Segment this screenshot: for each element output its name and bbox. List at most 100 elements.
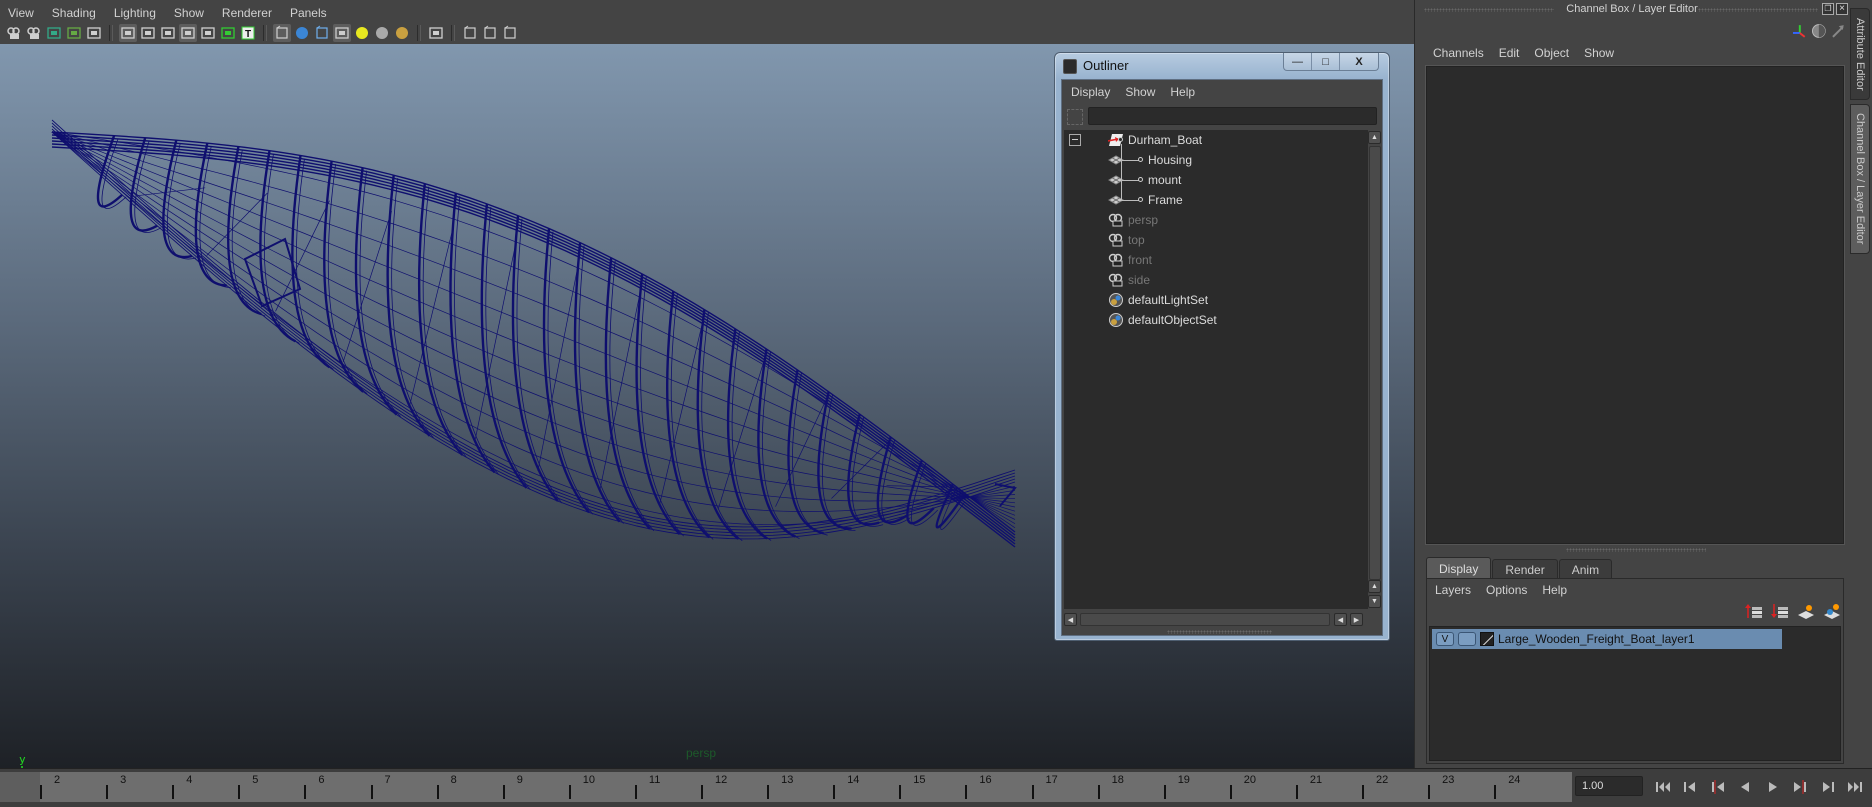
new-empty-layer-icon[interactable] — [1797, 603, 1815, 619]
panel-grip-right[interactable] — [1698, 8, 1818, 12]
outliner-menu-display[interactable]: Display — [1071, 85, 1110, 99]
xray-button[interactable] — [461, 24, 479, 42]
toggle-display-icon[interactable] — [1811, 23, 1827, 39]
xray-joints-button[interactable] — [481, 24, 499, 42]
outliner-item[interactable]: defaultLightSet — [1064, 290, 1364, 310]
play-backwards-button[interactable] — [1734, 778, 1756, 796]
horizontal-scroll-thumb[interactable] — [1080, 613, 1330, 626]
scroll-down-arrow-icon[interactable]: ▼ — [1368, 595, 1381, 608]
outliner-item[interactable]: Housing — [1064, 150, 1364, 170]
camera-attributes-icon — [27, 27, 40, 39]
menu-edit[interactable]: Edit — [1499, 46, 1520, 60]
scroll-right-arrow-icon[interactable]: ▶ — [1350, 613, 1363, 626]
layer-color-swatch[interactable] — [1480, 632, 1494, 646]
vertical-scroll-thumb[interactable] — [1369, 146, 1381, 580]
2d-pan-zoom-button[interactable] — [85, 24, 103, 42]
current-time-field[interactable]: 1.00 — [1575, 776, 1643, 796]
wireframe-button[interactable] — [273, 24, 291, 42]
outliner-item[interactable]: side — [1064, 270, 1364, 290]
tab-channel-box-layer-editor[interactable]: Channel Box / Layer Editor — [1850, 104, 1870, 254]
maximize-button[interactable]: □ — [1312, 53, 1341, 70]
menu-layers[interactable]: Layers — [1435, 583, 1471, 597]
move-layer-down-icon[interactable] — [1771, 603, 1789, 619]
menu-show[interactable]: Show — [1584, 46, 1614, 60]
outliner-item[interactable]: mount — [1064, 170, 1364, 190]
step-forward-key-button[interactable] — [1789, 778, 1811, 796]
tab-display[interactable]: Display — [1426, 557, 1492, 579]
layer-visibility-toggle[interactable]: V — [1436, 632, 1454, 646]
menu-options[interactable]: Options — [1486, 583, 1527, 597]
layer-name[interactable]: Large_Wooden_Freight_Boat_layer1 — [1498, 632, 1695, 646]
step-forward-frame-button[interactable] — [1817, 778, 1839, 796]
close-button[interactable]: X — [1340, 53, 1378, 70]
select-camera-button[interactable] — [5, 24, 23, 42]
close-panel-button[interactable]: × — [1836, 3, 1848, 15]
field-chart-button[interactable] — [199, 24, 217, 42]
scroll-up-arrow-icon[interactable]: ▲ — [1368, 580, 1381, 593]
menu-shading[interactable]: Shading — [52, 6, 96, 20]
outliner-titlebar[interactable]: Outliner — □ X — [1055, 53, 1389, 79]
manipulator-icon[interactable] — [1791, 23, 1807, 39]
menu-view[interactable]: View — [8, 6, 34, 20]
scroll-left-arrow-icon[interactable]: ◀ — [1334, 613, 1347, 626]
shadows-button[interactable] — [373, 24, 391, 42]
tab-anim[interactable]: Anim — [1558, 559, 1613, 579]
wireframe-on-shaded-button[interactable] — [313, 24, 331, 42]
filter-icon[interactable] — [1067, 109, 1083, 125]
camera-attributes-button[interactable] — [25, 24, 43, 42]
layer-playback-toggle[interactable] — [1458, 632, 1476, 646]
outliner-search-input[interactable] — [1088, 107, 1377, 125]
bookmarks-button[interactable] — [45, 24, 63, 42]
menu-object[interactable]: Object — [1534, 46, 1569, 60]
menu-lighting[interactable]: Lighting — [114, 6, 156, 20]
outliner-horizontal-scrollbar[interactable]: ◀ ◀ ▶ — [1064, 612, 1368, 627]
outliner-item[interactable]: persp — [1064, 210, 1364, 230]
menu-panels[interactable]: Panels — [290, 6, 327, 20]
new-layer-from-selected-icon[interactable] — [1823, 603, 1841, 619]
go-to-end-button[interactable] — [1844, 778, 1866, 796]
go-to-start-button[interactable] — [1652, 778, 1674, 796]
outliner-item[interactable]: Durham_Boat — [1064, 130, 1364, 150]
image-plane-button[interactable] — [65, 24, 83, 42]
menu-renderer[interactable]: Renderer — [222, 6, 272, 20]
move-layer-up-icon[interactable] — [1745, 603, 1763, 619]
resolution-gate-button[interactable] — [159, 24, 177, 42]
tab-render[interactable]: Render — [1492, 559, 1558, 579]
float-panel-button[interactable]: ❐ — [1822, 3, 1834, 15]
time-slider[interactable]: 2 3 4 5 6 7 8 9 10 11 12 13 14 15 16 17 18 19 20 21 22 23 24 — [0, 772, 1572, 802]
outliner-menu-help[interactable]: Help — [1170, 85, 1195, 99]
outliner-item[interactable]: Frame — [1064, 190, 1364, 210]
smooth-shade-button[interactable] — [293, 24, 311, 42]
xray-components-button[interactable] — [501, 24, 519, 42]
safe-title-button[interactable]: T — [239, 24, 257, 42]
splitter-grip[interactable] — [1566, 548, 1706, 552]
textured-button[interactable] — [333, 24, 351, 42]
outliner-menu-show[interactable]: Show — [1125, 85, 1155, 99]
screen-space-ao-button[interactable] — [393, 24, 411, 42]
scroll-left-arrow-icon[interactable]: ◀ — [1064, 613, 1077, 626]
gate-mask-button[interactable] — [179, 24, 197, 42]
scroll-up-arrow-icon[interactable]: ▲ — [1368, 131, 1381, 144]
menu-help[interactable]: Help — [1542, 583, 1567, 597]
outliner-item[interactable]: front — [1064, 250, 1364, 270]
tab-attribute-editor[interactable]: Attribute Editor — [1850, 8, 1870, 100]
safe-action-button[interactable] — [219, 24, 237, 42]
outliner-vertical-scrollbar[interactable]: ▲ ▲ ▼ — [1368, 130, 1382, 609]
arrow-icon[interactable] — [1830, 23, 1846, 39]
resize-grip[interactable] — [1167, 630, 1272, 634]
outliner-item[interactable]: top — [1064, 230, 1364, 250]
menu-show[interactable]: Show — [174, 6, 204, 20]
step-back-frame-button[interactable] — [1679, 778, 1701, 796]
layer-row[interactable]: V Large_Wooden_Freight_Boat_layer1 — [1432, 629, 1782, 649]
film-gate-button[interactable] — [139, 24, 157, 42]
step-back-key-button[interactable] — [1707, 778, 1729, 796]
channel-box-area[interactable] — [1426, 66, 1844, 544]
minimize-button[interactable]: — — [1284, 53, 1313, 70]
play-forwards-button[interactable] — [1762, 778, 1784, 796]
use-all-lights-button[interactable] — [353, 24, 371, 42]
menu-channels[interactable]: Channels — [1433, 46, 1484, 60]
outliner-item[interactable]: defaultObjectSet — [1064, 310, 1364, 330]
isolate-select-button[interactable] — [427, 24, 445, 42]
grid-button[interactable] — [119, 24, 137, 42]
outliner-item-label: defaultObjectSet — [1128, 313, 1217, 327]
